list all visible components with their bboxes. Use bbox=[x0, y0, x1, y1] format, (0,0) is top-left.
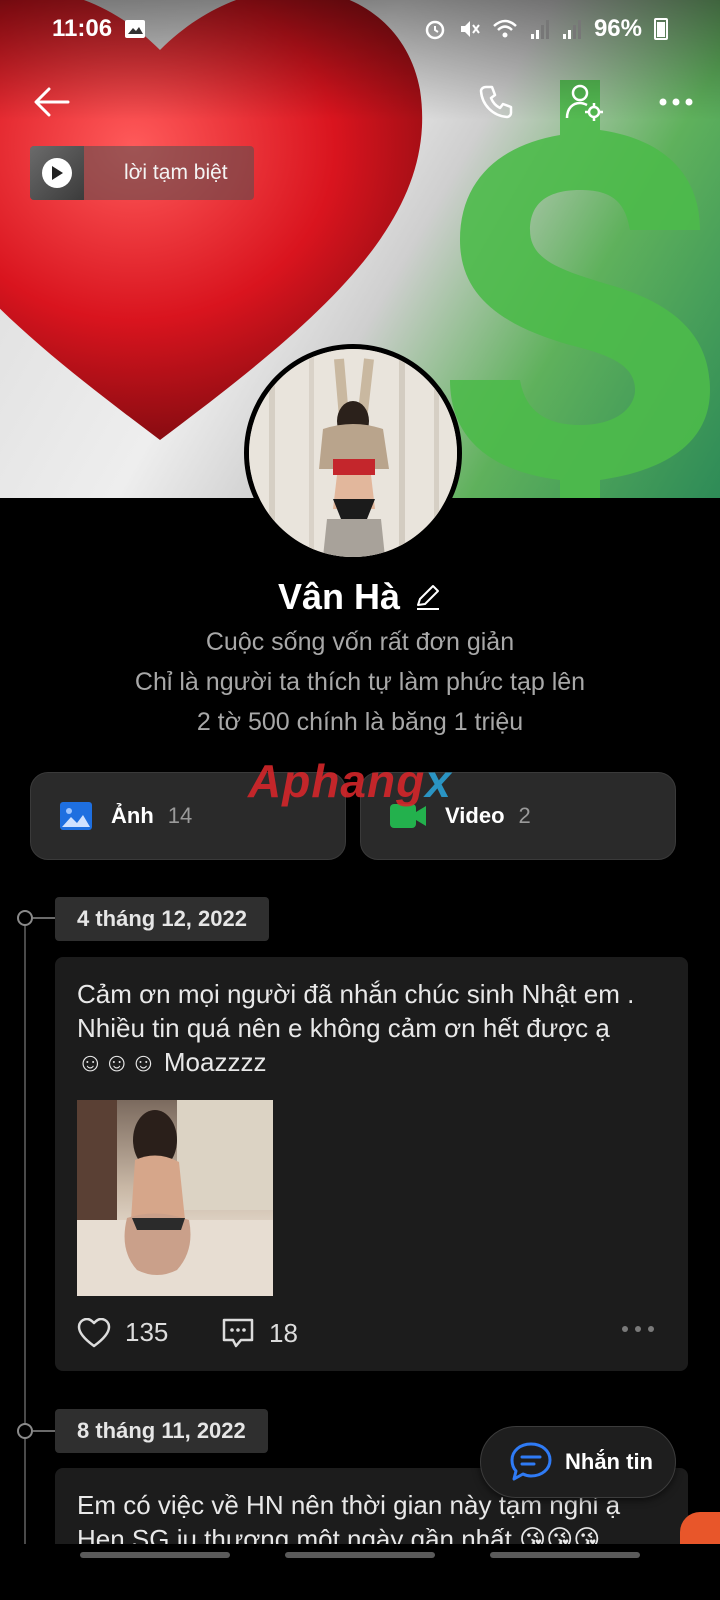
bio-line-1: Cuộc sống vốn rất đơn giản bbox=[205, 628, 515, 656]
battery-percent: 96% bbox=[593, 15, 642, 42]
photo-icon bbox=[60, 802, 92, 830]
back-arrow-icon bbox=[34, 87, 70, 117]
play-icon bbox=[52, 166, 63, 180]
photos-label: Ảnh bbox=[111, 803, 154, 828]
message-button[interactable]: Nhắn tin bbox=[480, 1426, 676, 1498]
like-button[interactable]: 135 bbox=[77, 1317, 168, 1348]
post-photo[interactable] bbox=[77, 1100, 273, 1296]
music-title: lời tạm biệt bbox=[124, 161, 228, 184]
gallery-notification-icon bbox=[125, 20, 146, 38]
post-date-tag: 4 tháng 12, 2022 bbox=[55, 897, 269, 941]
signal-icon-1 bbox=[530, 20, 549, 39]
edit-pencil-icon[interactable] bbox=[414, 583, 442, 611]
top-navigation bbox=[0, 72, 720, 136]
comment-icon bbox=[222, 1318, 254, 1348]
post-text-line-2: Nhiều tin quá nên e không cảm ơn hết đượ… bbox=[77, 1013, 610, 1043]
status-bar: 11:06 96% bbox=[0, 0, 720, 58]
signal-icon-2 bbox=[562, 20, 581, 39]
status-time: 11:06 bbox=[52, 15, 113, 42]
back-button[interactable] bbox=[24, 72, 80, 132]
call-button[interactable] bbox=[468, 72, 524, 132]
avatar[interactable] bbox=[244, 344, 462, 562]
alarm-icon bbox=[425, 20, 445, 40]
wifi-icon bbox=[493, 19, 517, 38]
timeline-connector bbox=[33, 917, 55, 919]
photos-count: 14 bbox=[167, 803, 193, 828]
post-photo-content bbox=[77, 1100, 273, 1296]
post-date-tag: 8 tháng 11, 2022 bbox=[55, 1409, 268, 1453]
like-count: 135 bbox=[125, 1317, 169, 1347]
system-navigation-bar bbox=[0, 1544, 720, 1600]
profile-name-row: Vân Hà bbox=[0, 576, 720, 618]
post-text-line-3: ☺☺☺ Moazzzz bbox=[77, 1047, 267, 1077]
timeline-dot bbox=[17, 910, 33, 926]
profile-name: Vân Hà bbox=[277, 576, 401, 617]
profile-music-chip[interactable]: lời tạm biệt bbox=[30, 146, 254, 200]
watermark-x: x bbox=[425, 755, 452, 807]
videos-count: 2 bbox=[518, 803, 531, 828]
watermark: Aphangx bbox=[248, 754, 452, 808]
timeline-post[interactable]: Cảm ơn mọi người đã nhắn chúc sinh Nhật … bbox=[55, 957, 688, 1371]
watermark-main: Aphang bbox=[248, 755, 426, 807]
profile-settings-button[interactable] bbox=[556, 72, 612, 132]
bio-line-2: Chỉ là người ta thích tự làm phức tạp lê… bbox=[134, 668, 586, 696]
more-icon bbox=[622, 1326, 654, 1332]
comment-button[interactable]: 18 bbox=[221, 1317, 298, 1349]
user-settings-icon bbox=[565, 84, 603, 121]
message-button-label: Nhắn tin bbox=[565, 1449, 653, 1474]
mute-icon bbox=[460, 21, 480, 37]
battery-icon bbox=[654, 18, 668, 40]
nav-gesture-hint bbox=[285, 1552, 435, 1558]
videos-label: Video bbox=[445, 803, 505, 828]
music-thumbnail bbox=[30, 146, 84, 200]
play-button[interactable] bbox=[42, 158, 72, 188]
timeline-connector bbox=[33, 1430, 55, 1432]
nav-gesture-hint bbox=[80, 1552, 230, 1558]
phone-icon bbox=[479, 85, 513, 119]
post-text-line-1: Cảm ơn mọi người đã nhắn chúc sinh Nhật … bbox=[77, 979, 635, 1009]
bio-line-3: 2 tờ 500 chính là băng 1 triệu bbox=[196, 708, 524, 736]
more-options-button[interactable] bbox=[648, 72, 704, 132]
post-more-button[interactable] bbox=[621, 1325, 655, 1333]
timeline-line bbox=[24, 918, 26, 1558]
nav-gesture-hint bbox=[490, 1552, 640, 1558]
timeline-dot bbox=[17, 1423, 33, 1439]
chat-bubble-icon bbox=[510, 1442, 552, 1481]
heart-icon bbox=[77, 1317, 111, 1347]
post-actions: 135 18 bbox=[77, 1317, 667, 1357]
avatar-photo bbox=[249, 349, 457, 557]
comment-count: 18 bbox=[269, 1317, 298, 1348]
more-icon bbox=[659, 98, 693, 106]
